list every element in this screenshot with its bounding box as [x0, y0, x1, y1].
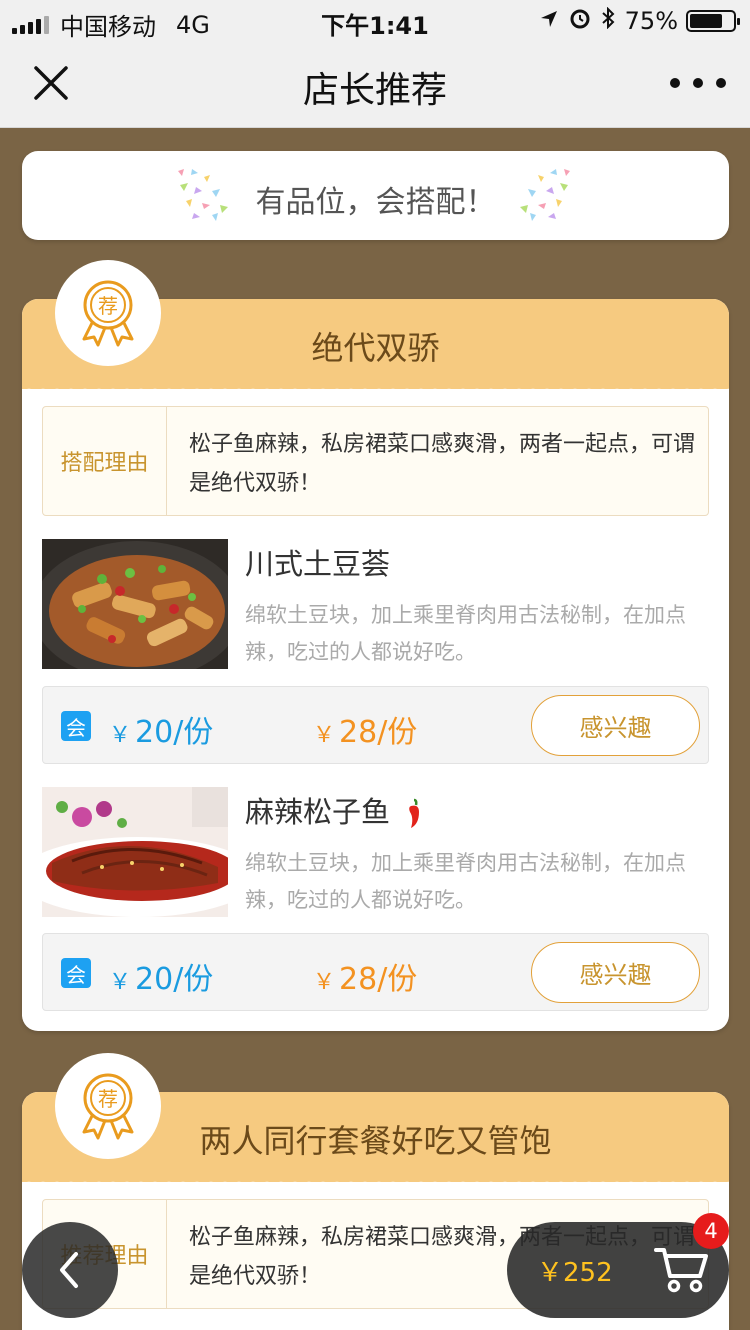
member-icon: 会 — [61, 711, 91, 741]
more-dot-icon — [670, 78, 680, 88]
dish-photo — [42, 539, 228, 669]
chevron-left-icon — [60, 1252, 78, 1288]
page-title: 店长推荐 — [302, 70, 447, 111]
reason-text: 松子鱼麻辣，私房裙菜口感爽滑，两者一起点，可谓是绝代双骄！ — [189, 432, 696, 496]
bluetooth-icon — [601, 6, 615, 35]
more-button[interactable] — [670, 66, 726, 100]
dish-photo — [42, 787, 228, 917]
interest-button[interactable]: 感兴趣 — [531, 695, 700, 756]
svg-text:荐: 荐 — [98, 1087, 118, 1111]
member-price: ￥ 20/份 — [109, 715, 214, 750]
more-dot-icon — [693, 78, 703, 88]
member-price: ￥ 20/份 — [109, 962, 214, 997]
more-dot-icon — [716, 78, 726, 88]
dish-name: 麻辣松子鱼 — [245, 789, 423, 831]
cart-count-badge: 4 — [693, 1213, 729, 1249]
dish-description: 绵软土豆块，加上乘里脊肉用古法秘制，在加点辣，吃过的人都说好吃。 — [245, 603, 686, 664]
battery-percent: 75% — [624, 7, 678, 35]
chili-icon — [409, 798, 420, 828]
regular-price: ￥ 28/份 — [313, 962, 418, 997]
battery-icon — [686, 10, 740, 32]
member-icon: 会 — [61, 958, 91, 988]
ribbon-award-icon: 荐 — [82, 1073, 134, 1140]
cart-icon — [654, 1248, 708, 1293]
recommend-badge: 荐 — [55, 260, 161, 366]
recommend-card: 绝代双骄 搭配理由 松子鱼麻辣，私房裙菜口感爽滑，两者一起点，可谓是绝代双骄！ … — [22, 299, 729, 1031]
dish-name: 川式土豆荟 — [245, 547, 391, 581]
slogan-banner: 有品位，会搭配！ — [22, 151, 729, 240]
reason-label: 搭配理由 — [43, 407, 167, 515]
reason-box: 搭配理由 松子鱼麻辣，私房裙菜口感爽滑，两者一起点，可谓是绝代双骄！ — [42, 406, 709, 516]
slogan-text: 有品位，会搭配！ — [255, 185, 496, 220]
status-bar: 中国移动 4G 下午1:41 75% — [0, 0, 750, 41]
confetti-icon — [520, 169, 570, 221]
location-icon — [539, 7, 559, 35]
back-button[interactable] — [22, 1222, 118, 1318]
dish-description: 绵软土豆块，加上乘里脊肉用古法秘制，在加点辣，吃过的人都说好吃。 — [245, 851, 686, 912]
ribbon-award-icon: 荐 — [82, 280, 134, 347]
cart-total: ￥252 — [537, 1258, 613, 1288]
svg-text:荐: 荐 — [98, 294, 118, 318]
nav-bar: 店长推荐 — [0, 40, 750, 128]
alarm-icon — [569, 7, 591, 35]
dish-item[interactable]: 川式土豆荟 绵软土豆块，加上乘里脊肉用古法秘制，在加点辣，吃过的人都说好吃。 — [42, 539, 709, 669]
dish-item[interactable]: 麻辣松子鱼 绵软土豆块，加上乘里脊肉用古法秘制，在加点辣，吃过的人都说好吃。 — [42, 787, 709, 917]
interest-button[interactable]: 感兴趣 — [531, 942, 700, 1003]
price-bar: 会 ￥ 20/份 ￥ 28/份 感兴趣 — [42, 933, 709, 1011]
price-bar: 会 ￥ 20/份 ￥ 28/份 感兴趣 — [42, 686, 709, 764]
regular-price: ￥ 28/份 — [313, 715, 418, 750]
recommend-badge: 荐 — [55, 1053, 161, 1159]
